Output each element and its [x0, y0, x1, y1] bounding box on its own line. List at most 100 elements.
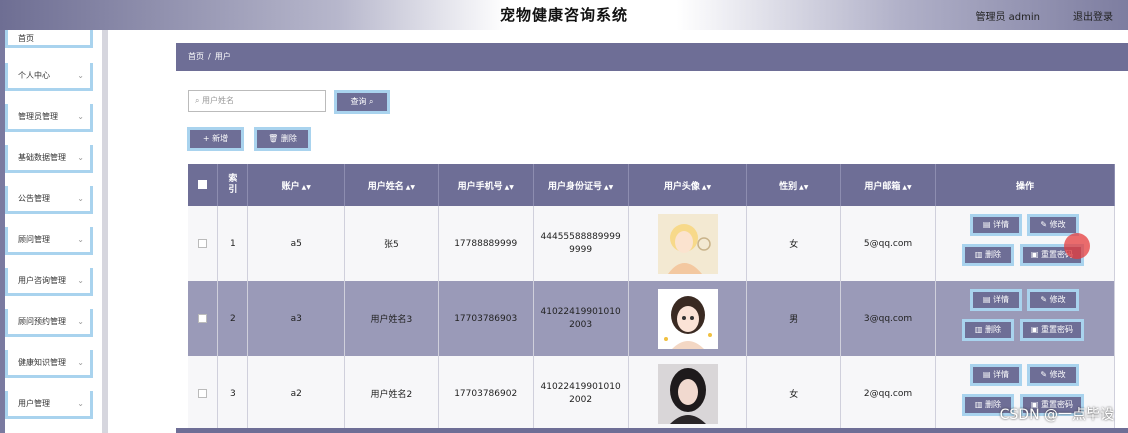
breadcrumb-separator: / — [208, 52, 211, 61]
delete-label: 删除 — [985, 250, 1002, 259]
table-bottom-bar — [176, 428, 1128, 433]
cell-name: 用户姓名2 — [344, 356, 439, 431]
header-email[interactable]: 用户邮箱 ▲▼ — [840, 164, 936, 206]
user-table: 索引 账户 ▲▼ 用户姓名 ▲▼ 用户手机号 ▲▼ 用户身份证号 ▲▼ 用户头像 ▲▼ 性… — [188, 164, 1116, 431]
chevron-down-icon: ⌄ — [77, 276, 84, 285]
header-label: 用户姓名 — [367, 181, 404, 192]
chevron-down-icon: ⌄ — [77, 399, 84, 408]
cell-phone: 17703786902 — [438, 356, 534, 431]
sidebar-item-consultant[interactable]: 顾问管理 ⌄ — [5, 227, 93, 255]
table-row: 3 a2 用户姓名2 17703786902 41022419901010200… — [188, 356, 1116, 431]
search-placeholder: 用户姓名 — [202, 96, 235, 105]
trash-icon: ▥ — [974, 325, 983, 334]
header-actions: 操作 — [935, 164, 1116, 206]
header-label: 账户 — [281, 181, 300, 192]
top-header: 宠物健康咨询系统 管理员 admin 退出登录 — [0, 0, 1128, 30]
edit-button[interactable]: ✎ 修改 — [1026, 214, 1079, 236]
sort-icon: ▲▼ — [301, 183, 311, 191]
idcard-text: 444555888899999999 — [540, 231, 621, 255]
header-name[interactable]: 用户姓名 ▲▼ — [344, 164, 439, 206]
cell-actions: ▤ 详情 ✎ 修改 ▥ 删除 ▣ 重置密码 — [935, 281, 1116, 356]
row-checkbox[interactable] — [198, 388, 208, 398]
header-label: 用户手机号 — [457, 181, 503, 192]
add-button[interactable]: + 新增 — [187, 127, 244, 151]
cell-avatar — [628, 356, 748, 431]
chevron-down-icon: ⌄ — [77, 317, 84, 326]
sidebar-item-knowledge[interactable]: 健康知识管理 ⌄ — [5, 350, 93, 378]
reset-password-button[interactable]: ▣ 重置密码 — [1019, 319, 1084, 341]
edit-label: 修改 — [1049, 220, 1066, 229]
batch-delete-button[interactable]: 🗑 删除 — [254, 127, 311, 151]
cell-index: 1 — [217, 206, 249, 281]
row-checkbox[interactable] — [198, 238, 208, 248]
row-checkbox-cell — [188, 281, 219, 356]
detail-icon: ▤ — [982, 370, 991, 379]
sidebar-item-basedata[interactable]: 基础数据管理 ⌄ — [5, 145, 93, 173]
search-icon: ⌕ — [195, 96, 200, 105]
sidebar-item-consultation[interactable]: 用户咨询管理 ⌄ — [5, 268, 93, 296]
cell-email: 5@qq.com — [840, 206, 936, 281]
sidebar-item-label: 用户管理 — [18, 399, 50, 408]
cell-avatar — [628, 206, 748, 281]
cell-avatar — [628, 281, 748, 356]
detail-button[interactable]: ▤ 详情 — [969, 289, 1022, 311]
header-avatar[interactable]: 用户头像 ▲▼ — [628, 164, 748, 206]
sidebar-item-profile[interactable]: 个人中心 ⌄ — [5, 63, 93, 91]
header-label: 用户邮箱 — [864, 181, 901, 192]
edit-label: 修改 — [1049, 370, 1066, 379]
sidebar-item-notice[interactable]: 公告管理 ⌄ — [5, 186, 93, 214]
edit-button[interactable]: ✎ 修改 — [1026, 289, 1079, 311]
sidebar: 首页 个人中心 ⌄ 管理员管理 ⌄ 基础数据管理 ⌄ 公告管理 ⌄ 顾问管理 ⌄ 用户咨询… — [0, 30, 108, 433]
breadcrumb-home[interactable]: 首页 — [188, 52, 204, 61]
table-row: 2 a3 用户姓名3 17703786903 41022419901010200… — [188, 281, 1116, 356]
detail-icon: ▤ — [982, 220, 991, 229]
row-checkbox-cell — [188, 206, 219, 281]
detail-button[interactable]: ▤ 详情 — [969, 364, 1022, 386]
cell-phone: 17788889999 — [438, 206, 534, 281]
detail-label: 详情 — [993, 295, 1010, 304]
delete-label: 删除 — [985, 400, 1002, 409]
sidebar-item-home[interactable]: 首页 — [5, 30, 93, 48]
detail-button[interactable]: ▤ 详情 — [969, 214, 1022, 236]
sidebar-item-users[interactable]: 用户管理 ⌄ — [5, 391, 93, 419]
query-button[interactable]: 查询 ⌕ — [334, 90, 390, 114]
select-all-checkbox[interactable] — [198, 180, 208, 189]
delete-button[interactable]: ▥ 删除 — [961, 244, 1014, 266]
search-input[interactable]: ⌕ 用户姓名 — [188, 90, 326, 112]
cell-account: a3 — [247, 281, 346, 356]
trash-icon: ▥ — [974, 400, 983, 409]
header-idcard[interactable]: 用户身份证号 ▲▼ — [533, 164, 629, 206]
logout-link[interactable]: 退出登录 — [1073, 8, 1113, 23]
cell-idcard: 410224199010102002 — [533, 356, 629, 431]
sidebar-item-label: 用户咨询管理 — [18, 276, 66, 285]
delete-label: 删除 — [985, 325, 1002, 334]
sidebar-item-label: 公告管理 — [18, 194, 50, 203]
header-label: 性别 — [779, 181, 798, 192]
header-account[interactable]: 账户 ▲▼ — [247, 164, 346, 206]
cell-idcard: 410224199010102003 — [533, 281, 629, 356]
table-row: 1 a5 张5 17788889999 444555888899999999 女… — [188, 206, 1116, 281]
pencil-icon: ✎ — [1040, 370, 1048, 379]
sort-icon: ▲▼ — [701, 183, 712, 191]
reset-label: 重置密码 — [1041, 325, 1074, 334]
chevron-down-icon: ⌄ — [77, 71, 84, 80]
sidebar-item-admin[interactable]: 管理员管理 ⌄ — [5, 104, 93, 132]
header-gender[interactable]: 性别 ▲▼ — [746, 164, 842, 206]
delete-button[interactable]: ▥ 删除 — [961, 319, 1014, 341]
header-index: 索引 — [217, 164, 249, 206]
edit-button[interactable]: ✎ 修改 — [1026, 364, 1079, 386]
sidebar-item-label: 基础数据管理 — [18, 153, 66, 162]
cell-email: 2@qq.com — [840, 356, 936, 431]
row-checkbox[interactable] — [198, 313, 208, 323]
sidebar-item-appointment[interactable]: 顾问预约管理 ⌄ — [5, 309, 93, 337]
row-checkbox-cell — [188, 356, 219, 431]
plus-icon: + — [202, 134, 210, 143]
chevron-down-icon: ⌄ — [77, 194, 84, 203]
sidebar-item-label: 顾问管理 — [18, 235, 50, 244]
delete-label: 删除 — [280, 134, 297, 143]
header-phone[interactable]: 用户手机号 ▲▼ — [438, 164, 534, 206]
app-title: 宠物健康咨询系统 — [499, 6, 628, 24]
row-actions: ▤ 详情 ✎ 修改 ▥ 删除 ▣ 重置密码 — [936, 281, 1114, 356]
chevron-down-icon: ⌄ — [77, 235, 84, 244]
header-label: 索引 — [228, 174, 238, 195]
